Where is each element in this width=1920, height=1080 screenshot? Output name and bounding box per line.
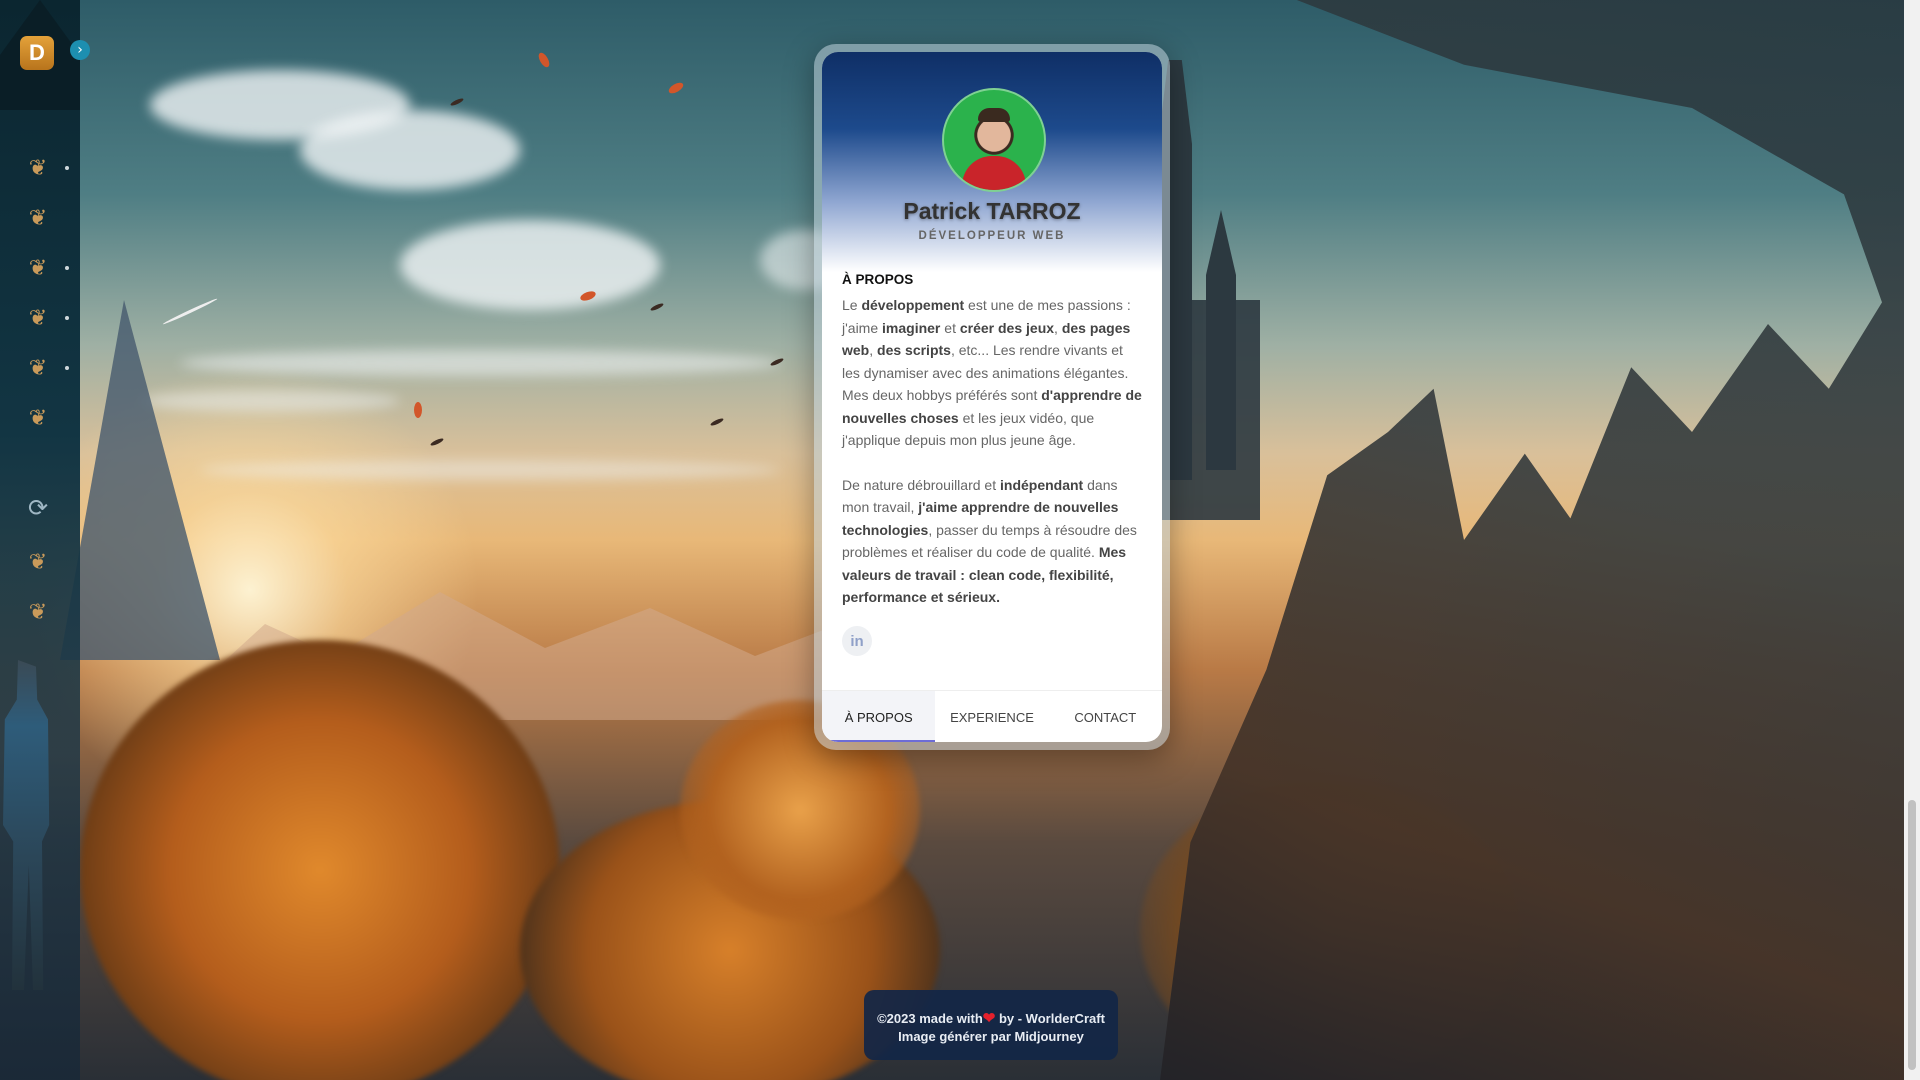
about-text-run: , xyxy=(869,342,878,358)
autumn-trees xyxy=(80,640,560,1080)
sidebar-expand-button[interactable]: › xyxy=(70,40,90,60)
sidebar-active-dot xyxy=(65,266,69,270)
profile-name: Patrick TARROZ xyxy=(903,198,1081,224)
avatar-shirt xyxy=(962,156,1026,190)
about-highlight: indépendant xyxy=(1000,476,1084,493)
leaf-emblem-icon: ❦ xyxy=(28,549,48,575)
footer: ©2023 made with❤ by - WorlderCraft Image… xyxy=(864,990,1118,1060)
sidebar-nav-item[interactable]: ❦ xyxy=(24,204,52,232)
cloud xyxy=(140,390,400,412)
about-text-run: , xyxy=(1054,319,1062,336)
falling-leaf xyxy=(536,51,552,69)
about-text-run: et xyxy=(940,319,960,336)
page-scrollbar[interactable] xyxy=(1904,0,1920,1080)
chevron-right-icon: › xyxy=(77,42,83,58)
about-highlight: des scripts xyxy=(877,342,951,358)
footer-image-credit: Image générer par Midjourney xyxy=(898,1029,1084,1044)
cloud xyxy=(200,460,780,480)
leaf-emblem-icon: ❦ xyxy=(28,405,48,431)
sidebar-nav-item[interactable]: ⟳ xyxy=(24,494,52,522)
cloud xyxy=(400,220,660,310)
bird xyxy=(449,97,465,107)
leaf-emblem-icon: ❦ xyxy=(28,255,48,281)
leaf-emblem-icon: ❦ xyxy=(28,599,48,625)
bird xyxy=(162,297,218,326)
falling-leaf xyxy=(414,402,422,418)
sidebar-nav-item[interactable]: ❦ xyxy=(24,304,52,332)
sidebar-nav-item[interactable]: ❦ xyxy=(24,154,52,182)
cloud xyxy=(180,350,780,376)
bird xyxy=(709,417,725,427)
about-paragraph: De nature débrouillard et indépendant da… xyxy=(842,474,1142,609)
leaf-emblem-icon: ❦ xyxy=(28,155,48,181)
sidebar-nav-item[interactable]: ❦ xyxy=(24,548,52,576)
site-logo[interactable]: D xyxy=(20,36,54,70)
bird xyxy=(649,302,665,312)
sidebar-nav-item[interactable]: ❦ xyxy=(24,354,52,382)
footer-author: by - WorlderCraft xyxy=(995,1011,1105,1026)
tab-experience[interactable]: EXPERIENCE xyxy=(935,691,1048,742)
about-text-run: Le xyxy=(842,297,862,313)
leaf-emblem-icon: ❦ xyxy=(28,355,48,381)
profile-role: DÉVELOPPEUR WEB xyxy=(918,230,1066,242)
sidebar-nav-item[interactable]: ❦ xyxy=(24,254,52,282)
profile-card: Patrick TARROZ DÉVELOPPEUR WEB À PROPOS … xyxy=(822,52,1162,742)
avatar-hair xyxy=(978,108,1010,122)
tab-a-propos[interactable]: À PROPOS xyxy=(822,691,936,742)
leaf-emblem-icon: ❦ xyxy=(28,205,48,231)
about-text-run: De nature débrouillard et xyxy=(842,476,1000,493)
section-title: À PROPOS xyxy=(842,272,914,287)
rocky-cliffs xyxy=(1160,0,1920,1080)
about-highlight: imaginer xyxy=(882,319,941,336)
sidebar-active-dot xyxy=(65,166,69,170)
avatar xyxy=(942,88,1046,192)
bird xyxy=(769,357,785,367)
tab-contact[interactable]: CONTACT xyxy=(1049,691,1162,742)
about-text: Le développement est une de mes passions… xyxy=(842,294,1142,631)
cloud xyxy=(300,110,520,190)
sidebar-active-dot xyxy=(65,316,69,320)
about-highlight: créer des jeux xyxy=(959,319,1055,336)
falling-leaf xyxy=(667,80,685,96)
footer-credit: ©2023 made with❤ by - WorlderCraft xyxy=(864,1010,1118,1028)
sidebar-nav-item[interactable]: ❦ xyxy=(24,598,52,626)
sidebar-active-dot xyxy=(65,366,69,370)
leaf-emblem-icon: ❦ xyxy=(28,305,48,331)
card-tabs: À PROPOS EXPERIENCE CONTACT xyxy=(822,690,1162,742)
sidebar-nav-item[interactable]: ❦ xyxy=(24,404,52,432)
refresh-icon: ⟳ xyxy=(27,494,49,522)
castle-body xyxy=(1160,300,1260,520)
about-paragraph: Le développement est une de mes passions… xyxy=(842,294,1142,452)
scrollbar-thumb[interactable] xyxy=(1908,800,1916,1070)
footer-made-with: ©2023 made with xyxy=(877,1011,983,1026)
heart-icon: ❤ xyxy=(982,1010,996,1027)
about-highlight: développement xyxy=(861,297,965,313)
linkedin-icon[interactable]: in xyxy=(842,626,872,656)
bird xyxy=(429,437,445,447)
walking-figure xyxy=(3,660,50,990)
